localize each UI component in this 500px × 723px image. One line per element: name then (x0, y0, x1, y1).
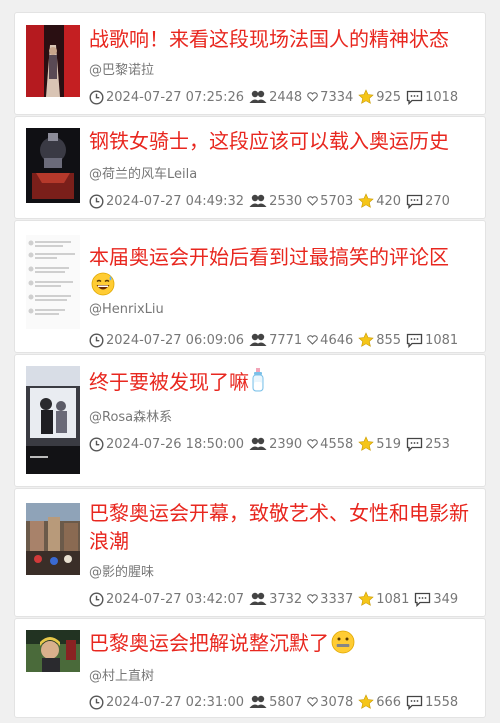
users-icon (249, 437, 267, 451)
post-meta: 2024-07-27 07:25:26 2448 7334 925 1018 (89, 88, 463, 106)
post-time: 2024-07-27 02:31:00 (106, 694, 245, 710)
clock-icon (89, 89, 104, 105)
post-card[interactable]: 战歌响！来看这段现场法国人的精神状态 @巴黎诺拉 2024-07-27 07:2… (14, 12, 486, 115)
heart-icon[interactable] (307, 196, 318, 206)
post-title[interactable]: 钢铁女骑士，这段应该可以载入奥运历史 (89, 127, 473, 155)
clock-icon (89, 193, 104, 209)
view-count: 2390 (269, 436, 303, 452)
post-meta: 2024-07-27 04:49:32 2530 5703 420 270 (89, 192, 455, 210)
favorite-count: 855 (376, 332, 402, 348)
post-meta: 2024-07-27 02:31:00 5807 3078 666 1558 (89, 693, 463, 711)
heart-icon[interactable] (307, 92, 318, 102)
comment-icon[interactable] (406, 90, 423, 105)
post-title[interactable]: 战歌响！来看这段现场法国人的精神状态 (89, 25, 473, 53)
post-author[interactable]: @Rosa森林系 (89, 406, 172, 425)
post-card[interactable]: 巴黎奥运会开幕，致敬艺术、女性和电影新浪潮 @影的腥味 2024-07-27 0… (14, 488, 486, 617)
zipper-mouth-emoji (331, 630, 355, 661)
post-title[interactable]: 巴黎奥运会把解说整沉默了 (89, 629, 473, 661)
favorite-count: 519 (376, 436, 402, 452)
like-count: 5703 (320, 193, 354, 209)
post-meta: 2024-07-27 03:42:07 3732 3337 1081 349 (89, 590, 463, 608)
star-icon[interactable] (358, 89, 374, 105)
favorite-count: 420 (376, 193, 402, 209)
favorite-count: 1081 (376, 591, 410, 607)
star-icon[interactable] (358, 436, 374, 452)
post-author[interactable]: @HenrixLiu (89, 302, 164, 317)
heart-icon[interactable] (307, 439, 318, 449)
post-title[interactable]: 巴黎奥运会开幕，致敬艺术、女性和电影新浪潮 (89, 499, 473, 555)
post-meta: 2024-07-26 18:50:00 2390 4558 519 253 (89, 435, 455, 453)
post-title[interactable]: 终于要被发现了嘛 (89, 367, 473, 400)
comment-icon[interactable] (406, 437, 423, 452)
post-thumbnail[interactable] (26, 366, 80, 474)
users-icon (249, 592, 267, 606)
star-icon[interactable] (358, 332, 374, 348)
grinning-sweat-emoji (91, 272, 115, 303)
view-count: 3732 (269, 591, 303, 607)
comment-count: 1558 (425, 694, 459, 710)
post-thumbnail[interactable] (26, 235, 80, 329)
comment-icon[interactable] (406, 333, 423, 348)
post-author[interactable]: @荷兰的风车Leila (89, 163, 197, 182)
users-icon (249, 333, 267, 347)
clock-icon (89, 332, 104, 348)
comment-icon[interactable] (406, 194, 423, 209)
comment-count: 253 (425, 436, 450, 452)
heart-icon[interactable] (307, 335, 318, 345)
view-count: 2448 (269, 89, 303, 105)
view-count: 7771 (269, 332, 303, 348)
users-icon (249, 194, 267, 208)
post-card[interactable]: 巴黎奥运会把解说整沉默了 @村上直树 2024-07-27 02:31:00 5… (14, 618, 486, 718)
post-time: 2024-07-26 18:50:00 (106, 436, 245, 452)
post-time: 2024-07-27 04:49:32 (106, 193, 245, 209)
post-author[interactable]: @巴黎诺拉 (89, 59, 154, 78)
post-time: 2024-07-27 07:25:26 (106, 89, 245, 105)
comment-icon[interactable] (406, 695, 423, 710)
view-count: 5807 (269, 694, 303, 710)
star-icon[interactable] (358, 591, 374, 607)
favorite-count: 925 (376, 89, 402, 105)
comment-count: 1081 (425, 332, 459, 348)
view-count: 2530 (269, 193, 303, 209)
like-count: 4646 (320, 332, 354, 348)
star-icon[interactable] (358, 694, 374, 710)
post-time: 2024-07-27 03:42:07 (106, 591, 245, 607)
star-icon[interactable] (358, 193, 374, 209)
comment-count: 349 (433, 591, 459, 607)
post-time: 2024-07-27 06:09:06 (106, 332, 245, 348)
like-count: 3337 (320, 591, 354, 607)
post-author[interactable]: @影的腥味 (89, 561, 154, 580)
like-count: 3078 (320, 694, 354, 710)
baby-bottle-emoji (251, 367, 265, 400)
post-card[interactable]: 终于要被发现了嘛 @Rosa森林系 2024-07-26 18:50:00 23… (14, 354, 486, 487)
post-card[interactable]: 钢铁女骑士，这段应该可以载入奥运历史 @荷兰的风车Leila 2024-07-2… (14, 116, 486, 219)
post-thumbnail[interactable] (26, 503, 80, 575)
heart-icon[interactable] (307, 697, 318, 707)
post-meta: 2024-07-27 06:09:06 7771 4646 855 1081 (89, 331, 463, 349)
favorite-count: 666 (376, 694, 402, 710)
clock-icon (89, 694, 104, 710)
comment-icon[interactable] (414, 592, 431, 607)
post-author[interactable]: @村上直树 (89, 665, 154, 684)
post-thumbnail[interactable] (26, 630, 80, 672)
post-thumbnail[interactable] (26, 128, 80, 203)
clock-icon (89, 591, 104, 607)
users-icon (249, 695, 267, 709)
heart-icon[interactable] (307, 594, 318, 604)
users-icon (249, 90, 267, 104)
like-count: 4558 (320, 436, 354, 452)
like-count: 7334 (320, 89, 354, 105)
comment-count: 270 (425, 193, 450, 209)
comment-count: 1018 (425, 89, 459, 105)
clock-icon (89, 436, 104, 452)
post-card[interactable]: 本届奥运会开始后看到过最搞笑的评论区 @HenrixLiu 2024-07-27… (14, 220, 486, 353)
post-thumbnail[interactable] (26, 25, 80, 97)
post-title[interactable]: 本届奥运会开始后看到过最搞笑的评论区 (89, 243, 473, 303)
